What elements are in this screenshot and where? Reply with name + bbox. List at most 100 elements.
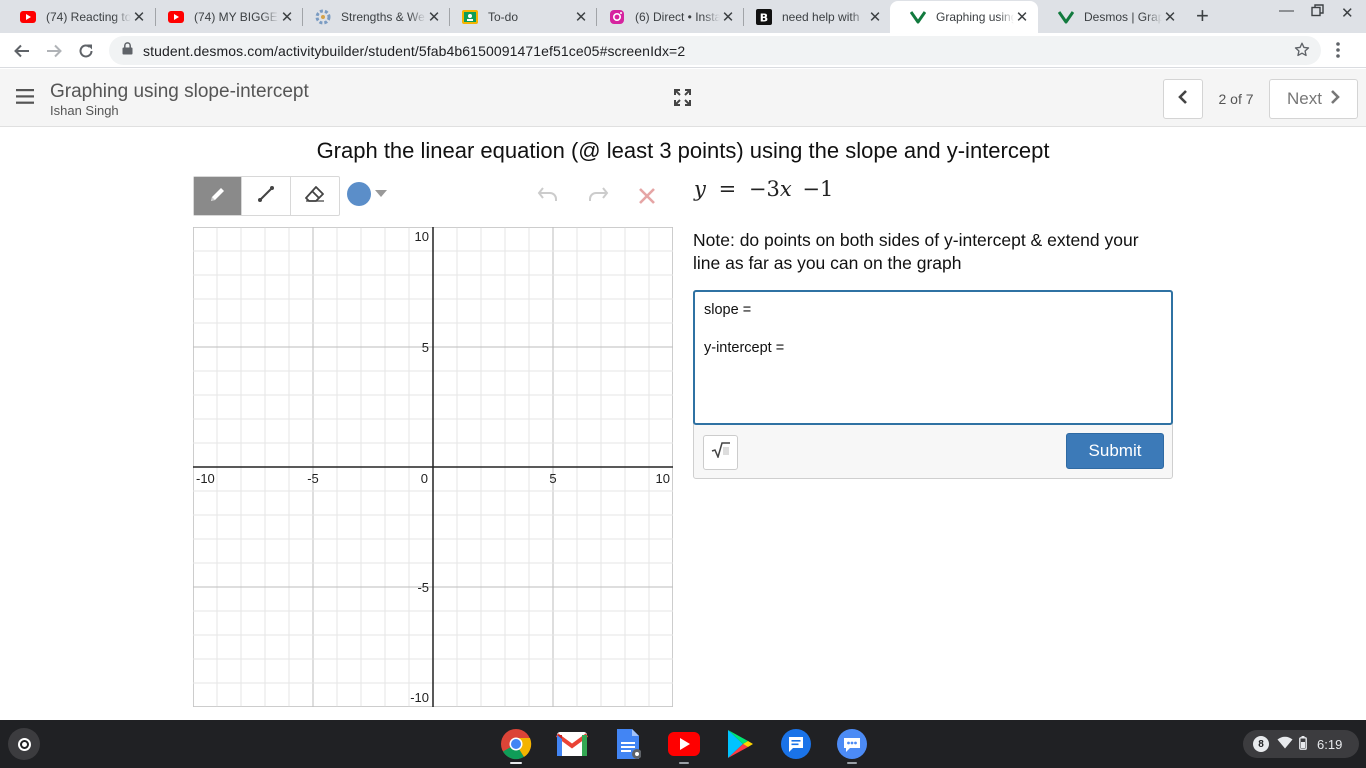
running-indicator [847,762,857,764]
pencil-icon [209,185,227,208]
equation-constant: −1 [802,177,834,201]
bookmark-star-icon[interactable] [1293,41,1311,64]
instruction-note: Note: do points on both sides of y-inter… [693,230,1139,273]
browser-tab[interactable]: B need help with ✕ [736,0,891,33]
browser-tab[interactable]: Strengths & We ✕ [295,0,450,33]
running-indicator [510,762,522,764]
desmos-icon [910,9,926,25]
youtube-icon[interactable] [667,727,701,761]
back-icon[interactable] [10,39,34,63]
launcher-icon [17,737,31,751]
new-tab-icon[interactable]: + [1196,3,1209,29]
tab-title: Desmos | Graph [1084,9,1162,24]
redo-icon[interactable] [587,185,609,208]
browser-tab[interactable]: To-do ✕ [442,0,597,33]
minimize-icon[interactable]: — [1279,2,1294,19]
fullscreen-icon[interactable] [674,89,691,111]
svg-text:B: B [760,11,768,24]
y-tick-label: -10 [410,690,429,705]
battery-icon [1299,735,1307,753]
instagram-icon [609,9,625,25]
youtube-icon [168,9,184,25]
browser-tab[interactable]: (74) MY BIGGEST ✕ [148,0,303,33]
reload-icon[interactable] [74,39,98,63]
close-tab-icon[interactable]: ✕ [1014,8,1030,26]
square-root-icon [711,442,731,463]
hamburger-menu-icon[interactable] [16,89,34,109]
launcher-button[interactable] [8,728,40,760]
chevron-right-icon [1330,89,1340,110]
browser-tab-active[interactable]: Graphing using ✕ [890,1,1038,33]
tab-title: (74) MY BIGGEST [194,9,279,24]
close-tab-icon[interactable]: ✕ [720,8,736,26]
equation-lhs: y [694,177,706,201]
close-tab-icon[interactable]: ✕ [131,8,147,26]
tab-title: (74) Reacting to [46,9,131,24]
wifi-icon [1277,736,1293,752]
color-picker[interactable] [347,182,387,206]
classroom-icon [462,9,478,25]
chevron-down-icon [375,185,387,203]
clear-sketch-icon[interactable] [638,187,656,210]
docs-icon[interactable] [611,727,645,761]
equation-equals: = [718,177,737,201]
messages-icon[interactable] [779,727,813,761]
response-input[interactable]: slope = y-intercept = [693,290,1173,425]
lock-icon[interactable] [122,41,133,60]
close-tab-icon[interactable]: ✕ [426,8,442,26]
close-tab-icon[interactable]: ✕ [1162,8,1178,26]
play-store-icon[interactable] [723,727,757,761]
forward-icon[interactable] [42,39,66,63]
y-tick-label: -5 [417,580,429,595]
desmos-icon [1058,9,1074,25]
color-swatch [347,182,371,206]
x-tick-label: -10 [196,471,215,486]
restore-icon[interactable] [1311,4,1324,21]
tab-title: To-do [488,9,519,24]
browser-menu-icon[interactable] [1336,42,1340,63]
line-tool-button[interactable] [242,177,291,215]
math-keyboard-button[interactable] [703,435,738,470]
address-bar[interactable]: student.desmos.com/activitybuilder/stude… [109,36,1321,65]
eraser-tool-button[interactable] [291,177,339,215]
question-prompt: Graph the linear equation (@ least 3 poi… [316,138,1050,163]
activity-title: Graphing using slope-intercept [50,81,309,102]
chrome-icon[interactable] [499,727,533,761]
sketch-graph[interactable]: -10 -5 0 5 10 10 5 -5 -10 [193,227,673,707]
close-tab-icon[interactable]: ✕ [279,8,295,26]
notification-count: 8 [1253,736,1269,752]
clock-time: 6:19 [1317,736,1343,752]
tab-title: (6) Direct • Insta [635,9,720,24]
gmail-icon[interactable] [555,727,589,761]
youtube-icon [20,9,36,25]
tab-title: need help with [782,9,860,24]
equation-variable: x [779,177,792,201]
browser-tab[interactable]: (74) Reacting to ✕ [0,0,155,33]
close-window-icon[interactable]: ✕ [1341,4,1354,22]
chat-icon[interactable] [835,727,869,761]
status-tray[interactable]: 8 6:19 [1243,730,1359,758]
undo-icon[interactable] [537,185,559,208]
next-screen-button[interactable]: Next [1269,79,1358,119]
url-text: student.desmos.com/activitybuilder/stude… [143,42,686,59]
tab-title: Graphing using [936,10,1014,24]
x-tick-label: -5 [307,471,319,486]
brainly-icon: B [756,8,772,25]
close-tab-icon[interactable]: ✕ [867,8,883,26]
previous-screen-button[interactable] [1163,79,1203,119]
y-tick-label: 5 [422,340,429,355]
browser-tab[interactable]: (6) Direct • Insta ✕ [589,0,744,33]
x-tick-label: 0 [421,471,428,486]
close-tab-icon[interactable]: ✕ [573,8,589,26]
browser-tab[interactable]: Desmos | Graph ✕ [1038,0,1186,33]
student-name: Ishan Singh [50,103,119,118]
activity-header: Graphing using slope-intercept Ishan Sin… [0,69,1366,127]
settings-app-icon [315,9,331,25]
submit-button[interactable]: Submit [1066,433,1164,469]
equation-coefficient: −3 [748,177,780,201]
tab-title: Strengths & We [341,9,425,24]
os-shelf [0,720,1366,768]
pencil-tool-button[interactable] [194,177,243,215]
page-count: 2 of 7 [1218,91,1254,107]
response-panel: slope = y-intercept = Submit [693,290,1173,479]
